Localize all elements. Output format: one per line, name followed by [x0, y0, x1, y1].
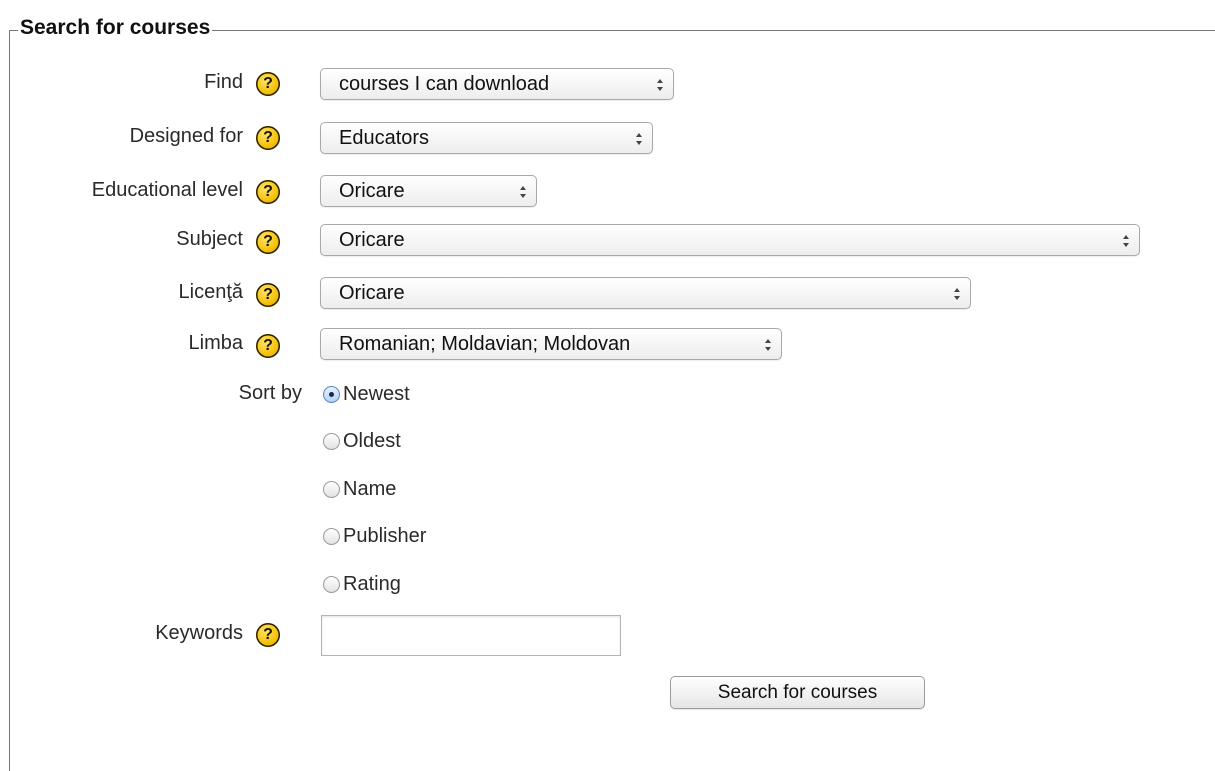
sort-by-label: Sort by	[238, 382, 302, 404]
language-help-icon[interactable]: ?	[256, 334, 280, 358]
sort-option-label: Rating	[343, 573, 401, 595]
sort-option-rating[interactable]: Rating	[323, 572, 401, 596]
designed-for-help-icon[interactable]: ?	[256, 126, 280, 150]
fieldset-legend: Search for courses	[18, 14, 213, 42]
select-arrows-icon	[954, 288, 960, 300]
subject-help-icon[interactable]: ?	[256, 230, 280, 254]
subject-label: Subject	[176, 228, 243, 250]
licence-select[interactable]: Oricare	[320, 277, 971, 309]
select-arrows-icon	[520, 186, 526, 198]
select-arrows-icon	[765, 339, 771, 351]
licence-label: Licenţă	[178, 281, 244, 303]
licence-select-value: Oricare	[339, 282, 405, 304]
find-help-icon[interactable]: ?	[256, 72, 280, 96]
licence-help-icon[interactable]: ?	[256, 283, 280, 307]
radio-rating[interactable]	[323, 575, 340, 593]
educational-level-select[interactable]: Oricare	[320, 175, 537, 207]
sort-option-oldest[interactable]: Oldest	[323, 429, 401, 453]
radio-publisher[interactable]	[323, 527, 340, 545]
sort-option-label: Publisher	[343, 525, 427, 547]
designed-for-select-value: Educators	[339, 127, 430, 149]
sort-option-publisher[interactable]: Publisher	[323, 524, 426, 548]
subject-select-value: Oricare	[339, 229, 405, 251]
educational-level-select-value: Oricare	[339, 180, 405, 202]
language-label: Limba	[188, 332, 243, 354]
designed-for-select[interactable]: Educators	[320, 122, 653, 154]
subject-select[interactable]: Oricare	[320, 224, 1140, 256]
find-select-value: courses I can download	[339, 73, 550, 95]
sort-option-name[interactable]: Name	[323, 477, 396, 501]
keywords-label: Keywords	[155, 622, 243, 644]
select-arrows-icon	[1123, 235, 1129, 247]
select-arrows-icon	[657, 79, 663, 91]
sort-option-label: Name	[343, 478, 397, 500]
keywords-help-icon[interactable]: ?	[256, 623, 280, 647]
educational-level-help-icon[interactable]: ?	[256, 180, 280, 204]
find-label: Find	[204, 71, 243, 93]
select-arrows-icon	[636, 133, 642, 145]
radio-newest[interactable]	[323, 385, 340, 403]
sort-option-label: Newest	[343, 383, 410, 405]
search-for-courses-button[interactable]: Search for courses	[670, 676, 925, 709]
radio-oldest[interactable]	[323, 432, 340, 450]
language-select-value: Romanian; Moldavian; Moldovan	[339, 333, 631, 355]
designed-for-label: Designed for	[129, 125, 243, 147]
keywords-input[interactable]	[321, 615, 621, 656]
radio-name[interactable]	[323, 480, 340, 498]
find-select[interactable]: courses I can download	[320, 68, 674, 100]
sort-option-newest[interactable]: Newest	[323, 382, 410, 406]
language-select[interactable]: Romanian; Moldavian; Moldovan	[320, 328, 782, 360]
sort-option-label: Oldest	[343, 430, 401, 452]
educational-level-label: Educational level	[91, 179, 243, 201]
